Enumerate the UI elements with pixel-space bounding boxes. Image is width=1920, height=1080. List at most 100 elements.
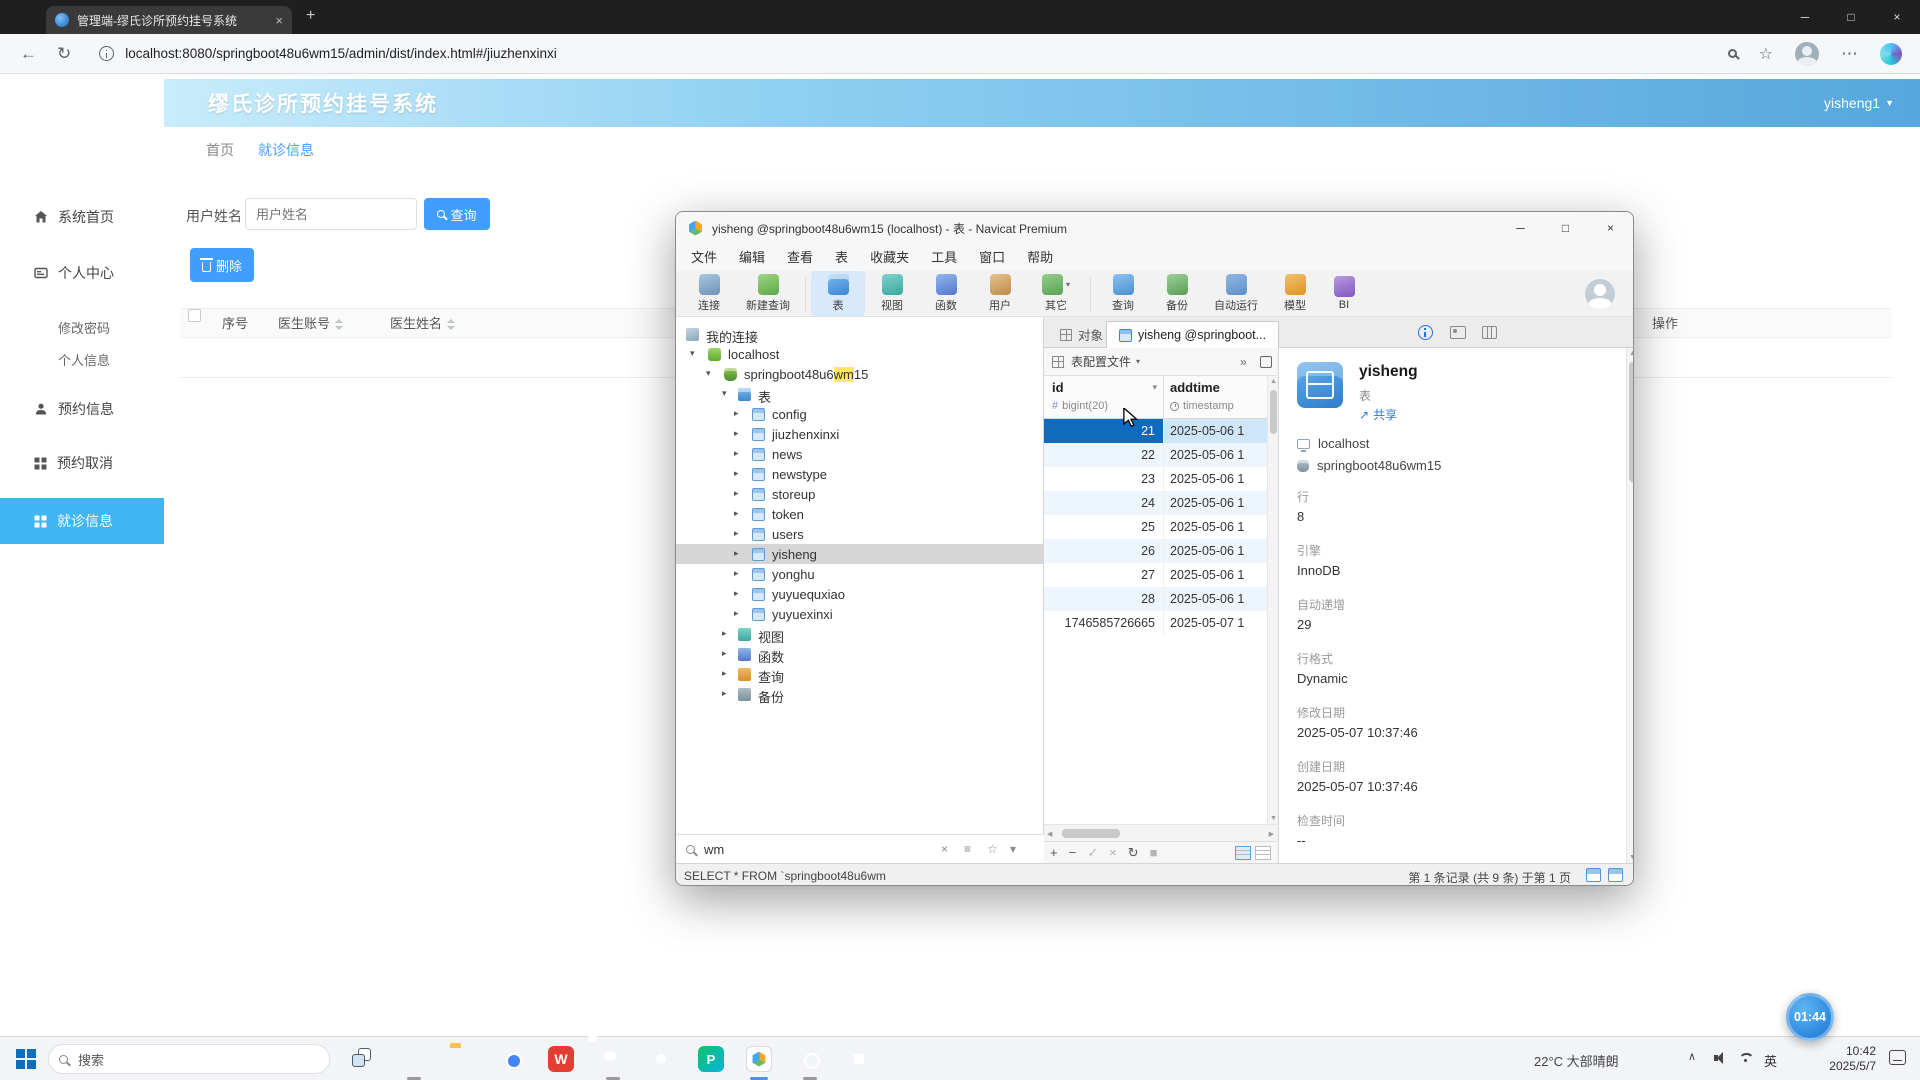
back-icon[interactable]: ←: [20, 44, 37, 64]
delete-record-icon[interactable]: −: [1069, 845, 1077, 860]
tree-node-queries[interactable]: ▸查询: [676, 664, 1043, 684]
toolbar-connection[interactable]: 连接: [682, 271, 736, 316]
tab-visit-info[interactable]: 就诊信息: [258, 140, 314, 160]
expand-arrow[interactable]: ▸: [734, 508, 739, 519]
grid-view-icon[interactable]: [1235, 846, 1251, 860]
address-bar[interactable]: localhost:8080/springboot48u6wm15/admin/…: [125, 46, 557, 61]
refresh-icon[interactable]: ↻: [57, 44, 71, 64]
tree-table-token[interactable]: ▸token: [676, 504, 1043, 524]
grid-cell[interactable]: 28: [1044, 587, 1164, 611]
grid-cell[interactable]: 2025-05-06 1: [1164, 539, 1267, 563]
sort-icon[interactable]: [447, 319, 455, 330]
network-icon[interactable]: [1738, 1051, 1753, 1066]
menu-view[interactable]: 查看: [776, 244, 824, 271]
navicat-close-button[interactable]: ×: [1588, 212, 1633, 244]
expand-arrow[interactable]: ▸: [722, 648, 727, 659]
grid-cell[interactable]: 22: [1044, 443, 1164, 467]
form-view-toggle-icon[interactable]: [1608, 868, 1623, 882]
columns-view-icon[interactable]: [1482, 326, 1497, 339]
weather-widget[interactable]: 22°C 大部晴朗: [1534, 1051, 1619, 1070]
tree-table-yonghu[interactable]: ▸yonghu: [676, 564, 1043, 584]
favorite-star-icon[interactable]: ☆: [1759, 44, 1773, 64]
toolbar-new-query[interactable]: 新建查询: [736, 271, 800, 316]
stop-icon[interactable]: ■: [1150, 845, 1158, 860]
grid-row[interactable]: 252025-05-06 1: [1044, 515, 1267, 539]
sidebar-item-appointment-cancel[interactable]: 预约取消: [0, 448, 164, 478]
navicat-titlebar[interactable]: yisheng @springboot48u6wm15 (localhost) …: [676, 212, 1633, 244]
delete-button[interactable]: 删除: [190, 248, 254, 282]
expand-arrow[interactable]: ▸: [734, 408, 739, 419]
tree-node-views[interactable]: ▸视图: [676, 624, 1043, 644]
grid-horizontal-scrollbar[interactable]: ◀ ▶: [1044, 824, 1277, 841]
grid-view-toggle-icon[interactable]: [1586, 868, 1601, 882]
task-view-button[interactable]: [352, 1048, 374, 1070]
browser-profile-avatar[interactable]: [1795, 42, 1819, 66]
toolbar-user[interactable]: 用户: [973, 271, 1027, 316]
notification-center-icon[interactable]: [1889, 1050, 1906, 1065]
sidebar-item-change-password[interactable]: 修改密码: [0, 312, 164, 342]
expand-arrow[interactable]: ▸: [722, 688, 727, 699]
collapse-icon[interactable]: ▾: [1010, 842, 1016, 856]
expand-arrow[interactable]: ▸: [734, 428, 739, 439]
menu-edit[interactable]: 编辑: [728, 244, 776, 271]
taskbar-navicat-icon[interactable]: [746, 1046, 772, 1072]
grid-cell[interactable]: 26: [1044, 539, 1164, 563]
tree-table-yisheng-selected[interactable]: ▸yisheng: [676, 544, 1043, 564]
expand-arrow[interactable]: ▸: [734, 608, 739, 619]
tab-close-icon[interactable]: ×: [275, 13, 283, 28]
overflow-chevron-icon[interactable]: »: [1240, 355, 1247, 369]
expand-arrow[interactable]: ▸: [734, 468, 739, 479]
column-header-account[interactable]: 医生账号: [278, 309, 343, 339]
tray-expand-icon[interactable]: ∧: [1688, 1050, 1696, 1063]
expand-arrow[interactable]: ▸: [734, 588, 739, 599]
tree-node-backups[interactable]: ▸备份: [676, 684, 1043, 704]
expand-arrow[interactable]: ▸: [722, 628, 727, 639]
maximize-pane-icon[interactable]: [1260, 356, 1272, 368]
navicat-maximize-button[interactable]: □: [1543, 212, 1588, 244]
share-link[interactable]: ↗共享: [1359, 406, 1397, 423]
scroll-down-icon[interactable]: ▼: [1629, 854, 1634, 861]
toolbar-others[interactable]: ▾其它: [1027, 271, 1085, 316]
grid-row[interactable]: 17465857266652025-05-07 1: [1044, 611, 1267, 635]
info-view-icon[interactable]: [1418, 325, 1433, 340]
copilot-icon[interactable]: [1880, 43, 1902, 65]
tree-node-localhost[interactable]: ▾ localhost: [676, 344, 1043, 364]
expand-arrow[interactable]: ▸: [722, 668, 727, 679]
taskbar-edge-icon[interactable]: [401, 1046, 427, 1072]
grid-cell[interactable]: 2025-05-06 1: [1164, 443, 1267, 467]
taskbar-app-green-icon[interactable]: [846, 1046, 872, 1072]
tree-table-config[interactable]: ▸config: [676, 404, 1043, 424]
menu-favorites[interactable]: 收藏夹: [859, 244, 920, 271]
taskbar-wps-icon[interactable]: W: [548, 1046, 574, 1072]
tree-table-yuyuequxiao[interactable]: ▸yuyuequxiao: [676, 584, 1043, 604]
grid-row[interactable]: 282025-05-06 1: [1044, 587, 1267, 611]
grid-cell[interactable]: 23: [1044, 467, 1164, 491]
toolbar-view[interactable]: 视图: [865, 271, 919, 316]
clear-search-icon[interactable]: ×: [941, 842, 948, 856]
toolbar-table[interactable]: 表: [811, 271, 865, 316]
expand-arrow[interactable]: ▸: [734, 548, 739, 559]
refresh-icon[interactable]: ↻: [1128, 845, 1139, 861]
start-button[interactable]: [16, 1049, 36, 1069]
sidebar-item-appointment-info[interactable]: 预约信息: [0, 394, 164, 424]
menu-file[interactable]: 文件: [680, 244, 728, 271]
toolbar-backup[interactable]: 备份: [1150, 271, 1204, 316]
tree-root-connections[interactable]: 我的连接: [676, 324, 1043, 344]
expand-arrow[interactable]: ▸: [734, 488, 739, 499]
sidebar-item-personal-info[interactable]: 个人信息: [0, 344, 164, 374]
form-view-icon[interactable]: [1255, 846, 1271, 860]
grid-cell[interactable]: 24: [1044, 491, 1164, 515]
taskbar-browser-compass-icon[interactable]: [648, 1046, 674, 1072]
grid-cell[interactable]: 2025-05-06 1: [1164, 419, 1267, 443]
sidebar-item-home[interactable]: 系统首页: [0, 202, 164, 232]
profile-selector[interactable]: 表配置文件: [1071, 353, 1131, 370]
search-button[interactable]: 查询: [424, 198, 490, 230]
taskbar-clock[interactable]: 10:422025/5/7: [1829, 1044, 1876, 1074]
discard-icon[interactable]: ×: [1109, 845, 1117, 860]
column-header-id[interactable]: id ▾ #bigint(20): [1044, 376, 1164, 419]
sidebar-item-profile-center[interactable]: 个人中心: [0, 258, 164, 288]
scroll-up-icon[interactable]: ▲: [1629, 350, 1634, 357]
tree-table-news[interactable]: ▸news: [676, 444, 1043, 464]
tree-table-jiuzhenxinxi[interactable]: ▸jiuzhenxinxi: [676, 424, 1043, 444]
tree-node-database[interactable]: ▾ springboot48u6wm15: [676, 364, 1043, 384]
